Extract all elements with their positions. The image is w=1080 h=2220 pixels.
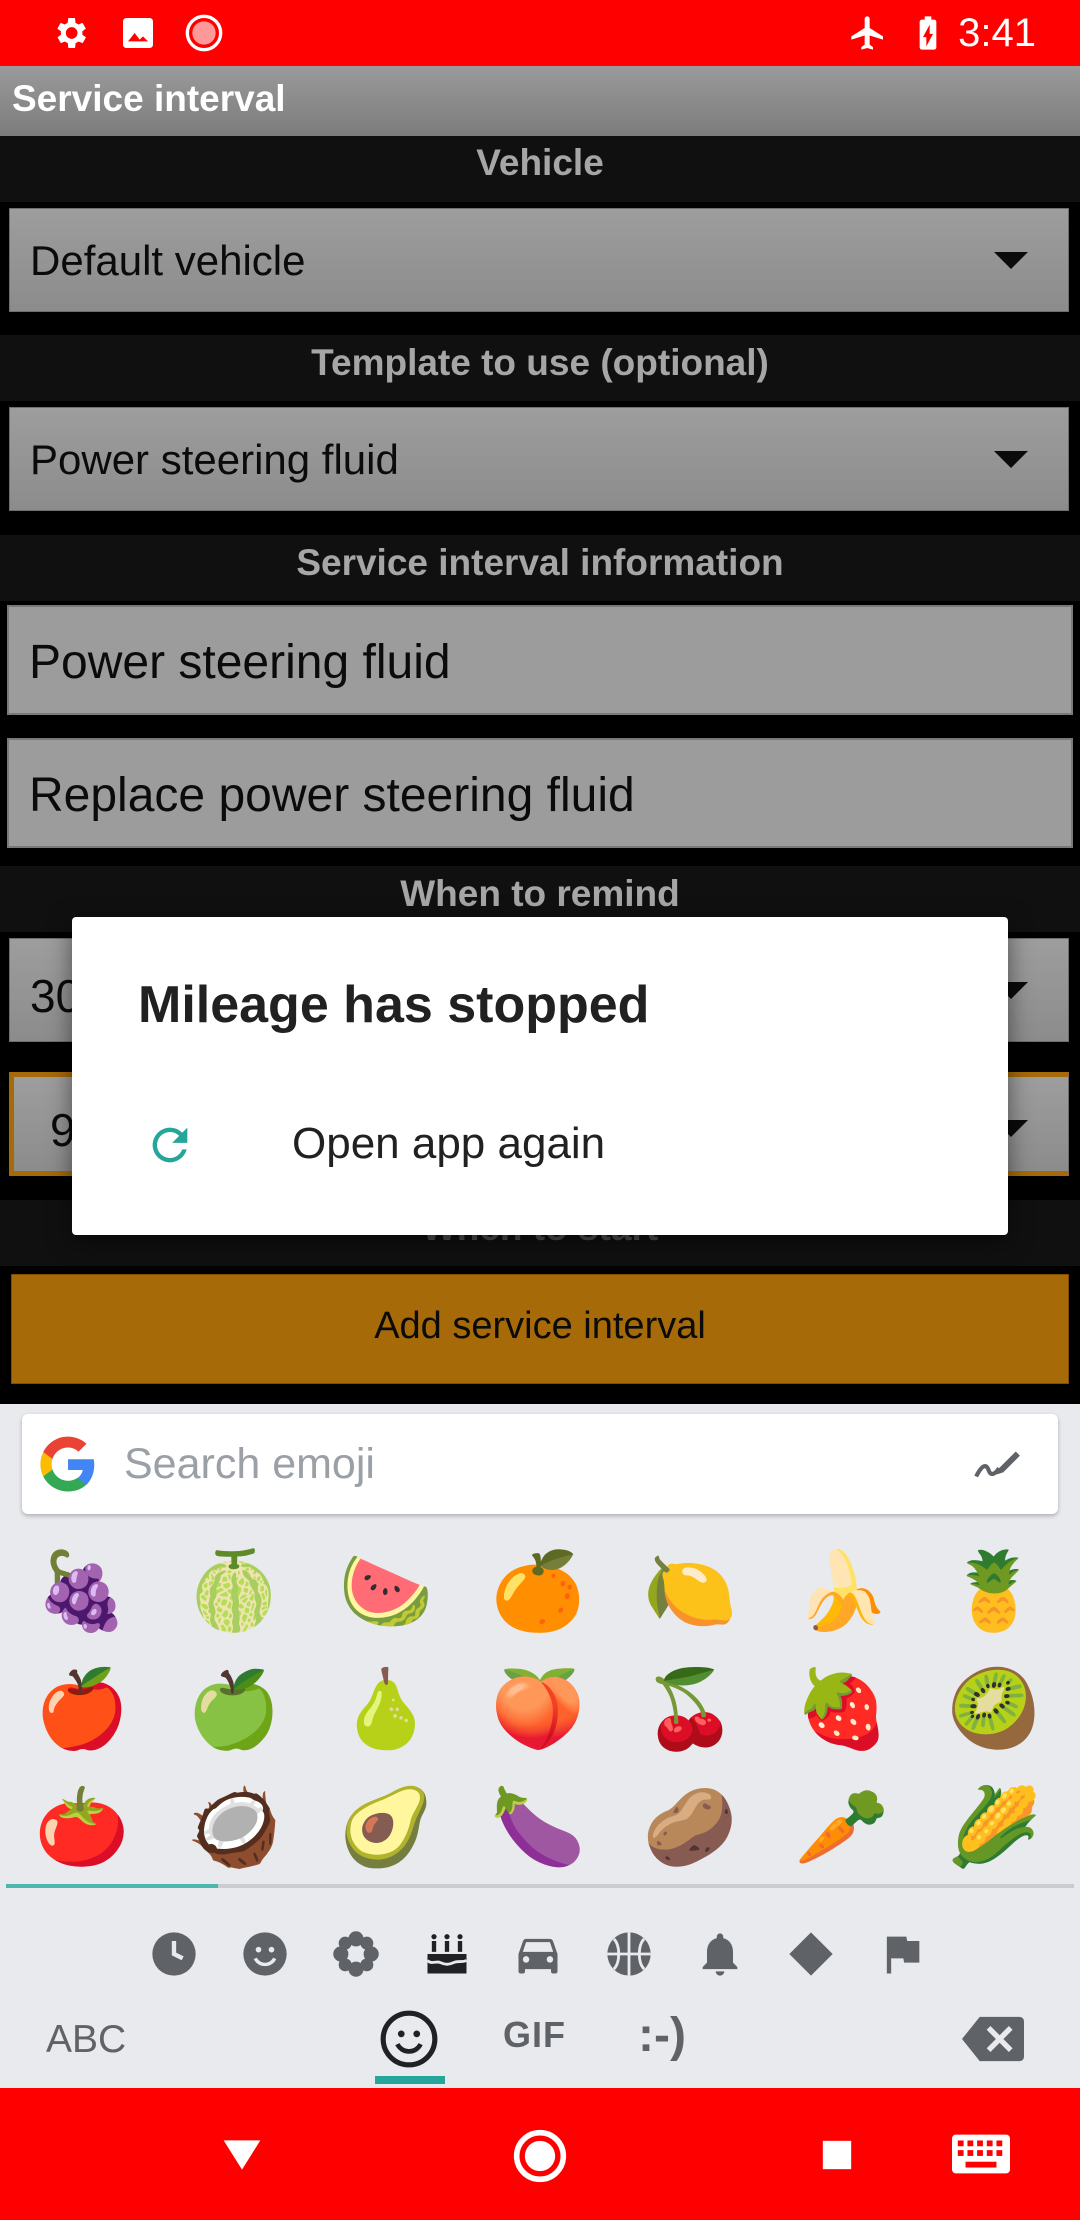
emoji-keyboard: Search emoji 🍇 🍈 🍉 🍊 🍋 🍌 🍍 🍎 🍏 🍐 🍑 🍒 🍓 🥝 🍅 🥥 🥑 🍆 🥔 🥕 🌽 ABC G…: [0, 1404, 1080, 2088]
diamond-icon[interactable]: [785, 1928, 837, 1980]
flag-icon[interactable]: [876, 1928, 928, 1980]
emoji-tab-underline: [375, 2076, 445, 2084]
emoticon-key[interactable]: :-): [638, 2008, 686, 2063]
emoji-scroll-indicator: [6, 1884, 1074, 1888]
refresh-icon: [152, 1127, 188, 1163]
open-app-again-button[interactable]: Open app again: [72, 1089, 1008, 1199]
battery-charging-icon: [919, 16, 937, 50]
emoji-key[interactable]: 🍆: [468, 1780, 608, 1876]
emoji-search-placeholder: Search emoji: [124, 1440, 375, 1488]
bell-icon[interactable]: [694, 1928, 746, 1980]
recents-square-icon[interactable]: [820, 2138, 854, 2172]
dialog-title: Mileage has stopped: [138, 976, 650, 1034]
abc-key[interactable]: ABC: [46, 2018, 126, 2062]
emoji-key[interactable]: 🍊: [468, 1544, 608, 1640]
page-title: Service interval: [12, 78, 286, 119]
emoji-key[interactable]: 🍐: [316, 1662, 456, 1758]
emoji-key[interactable]: 🥝: [924, 1662, 1064, 1758]
clock-time: 3:41: [958, 11, 1036, 55]
handwriting-pen-icon[interactable]: [972, 1442, 1022, 1486]
gif-key[interactable]: GIF: [503, 2014, 566, 2056]
cake-icon[interactable]: [421, 1928, 473, 1980]
keyboard-bottom-row: ABC GIF :-): [0, 1994, 1080, 2088]
status-bar: 3:41: [0, 0, 1080, 66]
google-logo-icon: [40, 1436, 95, 1492]
record-icon: [185, 14, 223, 52]
flower-icon[interactable]: [330, 1928, 382, 1980]
emoji-search-bar[interactable]: Search emoji: [22, 1414, 1058, 1514]
emoji-key[interactable]: 🍈: [164, 1544, 304, 1640]
app-toolbar: Service interval: [0, 66, 1080, 136]
home-circle-icon[interactable]: [512, 2128, 568, 2184]
keyboard-icon[interactable]: [952, 2134, 1010, 2174]
emoji-key[interactable]: 🍑: [468, 1662, 608, 1758]
emoji-key[interactable]: 🍅: [12, 1780, 152, 1876]
clock-icon[interactable]: [148, 1928, 200, 1980]
open-app-again-label: Open app again: [292, 1119, 606, 1168]
back-triangle-icon[interactable]: [220, 2136, 264, 2174]
app-stopped-dialog: Mileage has stopped Open app again: [72, 917, 1008, 1235]
emoji-key[interactable]: 🍍: [924, 1544, 1064, 1640]
emoji-key[interactable]: 🍎: [12, 1662, 152, 1758]
emoji-key[interactable]: 🍇: [12, 1544, 152, 1640]
car-icon[interactable]: [512, 1928, 564, 1980]
emoji-key[interactable]: 🍏: [164, 1662, 304, 1758]
emoji-key[interactable]: 🌽: [924, 1780, 1064, 1876]
gear-icon: [57, 18, 86, 48]
airplane-icon: [851, 16, 883, 50]
smiley-icon[interactable]: [239, 1928, 291, 1980]
emoji-key[interactable]: 🍓: [772, 1662, 912, 1758]
emoji-key[interactable]: 🥔: [620, 1780, 760, 1876]
emoji-key[interactable]: 🍌: [772, 1544, 912, 1640]
navigation-bar: [0, 2088, 1080, 2220]
emoji-key[interactable]: 🍋: [620, 1544, 760, 1640]
backspace-icon[interactable]: [962, 2016, 1024, 2062]
emoji-key[interactable]: 🍒: [620, 1662, 760, 1758]
emoji-tab-icon[interactable]: [378, 2008, 440, 2070]
ball-icon[interactable]: [603, 1928, 655, 1980]
image-icon: [123, 18, 153, 48]
emoji-key[interactable]: 🥕: [772, 1780, 912, 1876]
emoji-key[interactable]: 🍉: [316, 1544, 456, 1640]
emoji-key[interactable]: 🥑: [316, 1780, 456, 1876]
emoji-key[interactable]: 🥥: [164, 1780, 304, 1876]
